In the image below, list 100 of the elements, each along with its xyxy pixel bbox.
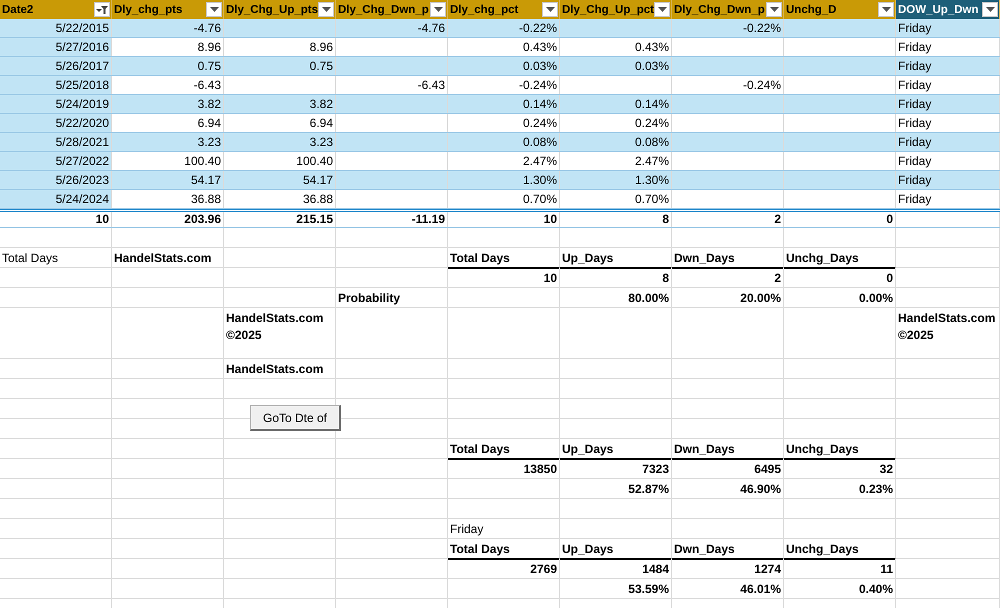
table-cell: -4.76	[112, 19, 224, 37]
total-cell: 203.96	[112, 212, 224, 227]
table-cell: 6.94	[112, 114, 224, 132]
table-cell: 8.96	[224, 38, 336, 56]
sheet-cell: 10	[448, 268, 560, 287]
table-cell: 0.03%	[560, 57, 672, 75]
filter-button[interactable]	[318, 2, 334, 17]
table-cell: 0.03%	[448, 57, 560, 75]
column-title: Unchg_D	[786, 4, 836, 16]
table-cell: -0.24%	[672, 76, 784, 94]
table-cell: 3.82	[112, 95, 224, 113]
sheet-cell: 80.00%	[560, 288, 672, 307]
sheet-cell: 1484	[560, 559, 672, 578]
goto-button[interactable]: GoTo Dte of	[250, 405, 341, 431]
column-heading: Unchg_Days	[784, 539, 896, 560]
sheet-cell: 1274	[672, 559, 784, 578]
sheet-cell: 2769	[448, 559, 560, 578]
column-heading: Up_Days	[560, 248, 672, 269]
table-cell: 5/27/2016	[0, 38, 112, 56]
column-heading: Up_Days	[560, 539, 672, 560]
table-cell: -0.22%	[448, 19, 560, 37]
table-cell: Friday	[896, 171, 1000, 189]
table-cell: 0.14%	[448, 95, 560, 113]
column-title: DOW_Up_Dwn	[898, 4, 978, 16]
column-heading: Total Days	[448, 539, 560, 560]
table-cell: 8.96	[112, 38, 224, 56]
sheet-cell: Probability	[336, 288, 448, 307]
sheet-cell: 0	[784, 268, 896, 287]
table-cell: 2.47%	[448, 152, 560, 170]
table-cell: Friday	[896, 38, 1000, 56]
column-title: Dly_chg_pct	[450, 4, 518, 16]
table-cell: -6.43	[112, 76, 224, 94]
sheet-cell: HandelStats.com	[112, 248, 224, 269]
column-title: Date2	[2, 4, 34, 16]
column-heading: Dwn_Days	[672, 248, 784, 269]
filter-button[interactable]	[430, 2, 446, 17]
sheet-cell: 52.87%	[560, 479, 672, 498]
filter-button[interactable]	[982, 2, 998, 17]
column-title: Dly_chg_pts	[114, 4, 182, 16]
column-title: Dly_Chg_Dwn_p	[674, 4, 765, 16]
total-cell: 10	[448, 212, 560, 227]
sheet-cell: 32	[784, 459, 896, 478]
sheet-cell: HandelStats.com ©2025	[896, 308, 1000, 358]
table-cell: 0.24%	[448, 114, 560, 132]
table-cell: 54.17	[112, 171, 224, 189]
total-cell: 0	[784, 212, 896, 227]
filter-button[interactable]	[878, 2, 894, 17]
table-cell: 5/25/2018	[0, 76, 112, 94]
total-cell: -11.19	[336, 212, 448, 227]
sheet-cell: 53.59%	[560, 579, 672, 598]
column-heading: Up_Days	[560, 439, 672, 460]
table-cell: -0.22%	[672, 19, 784, 37]
filter-button[interactable]	[654, 2, 670, 17]
table-cell: 3.23	[112, 133, 224, 151]
total-cell: 8	[560, 212, 672, 227]
table-cell: Friday	[896, 114, 1000, 132]
table-cell: 0.43%	[448, 38, 560, 56]
column-heading: Total Days	[448, 439, 560, 460]
table-cell: 0.08%	[560, 133, 672, 151]
table-cell: 0.43%	[560, 38, 672, 56]
table-cell: Friday	[896, 190, 1000, 208]
sheet-cell: 8	[560, 268, 672, 287]
column-title: Dly_Chg_Up_pct	[562, 4, 654, 16]
table-cell: 2.47%	[560, 152, 672, 170]
filter-button[interactable]	[766, 2, 782, 17]
table-cell: 0.14%	[560, 95, 672, 113]
table-cell: Friday	[896, 76, 1000, 94]
table-cell: 3.23	[224, 133, 336, 151]
table-cell: 5/27/2022	[0, 152, 112, 170]
sheet-cell: Total Days	[0, 248, 112, 269]
table-cell: 0.24%	[560, 114, 672, 132]
table-cell: Friday	[896, 133, 1000, 151]
table-cell: 1.30%	[560, 171, 672, 189]
table-cell: Friday	[896, 57, 1000, 75]
table-cell: Friday	[896, 152, 1000, 170]
table-cell: 54.17	[224, 171, 336, 189]
column-title: Dly_Chg_Up_pts	[226, 4, 318, 16]
sheet-cell: 7323	[560, 459, 672, 478]
total-cell: 2	[672, 212, 784, 227]
table-cell: 0.70%	[560, 190, 672, 208]
table-cell: 36.88	[224, 190, 336, 208]
sheet-cell: 2	[672, 268, 784, 287]
sheet-cell: 0.23%	[784, 479, 896, 498]
table-cell: 0.08%	[448, 133, 560, 151]
column-heading: Dwn_Days	[672, 539, 784, 560]
column-title: Dly_Chg_Dwn_p	[338, 4, 429, 16]
table-cell: 0.70%	[448, 190, 560, 208]
sheet-cell: 13850	[448, 459, 560, 478]
filter-button[interactable]	[94, 2, 110, 17]
dropdown-arrow-icon	[770, 6, 778, 12]
filter-button[interactable]	[542, 2, 558, 17]
sheet-cell: HandelStats.com	[224, 359, 336, 378]
dropdown-arrow-icon	[882, 6, 890, 12]
dropdown-arrow-icon	[546, 6, 554, 12]
sheet-cell: 46.01%	[672, 579, 784, 598]
total-cell: 10	[0, 212, 112, 227]
sheet-cell: 0.40%	[784, 579, 896, 598]
sheet-cell: Friday	[448, 519, 560, 538]
table-cell: 0.75	[224, 57, 336, 75]
filter-button[interactable]	[206, 2, 222, 17]
